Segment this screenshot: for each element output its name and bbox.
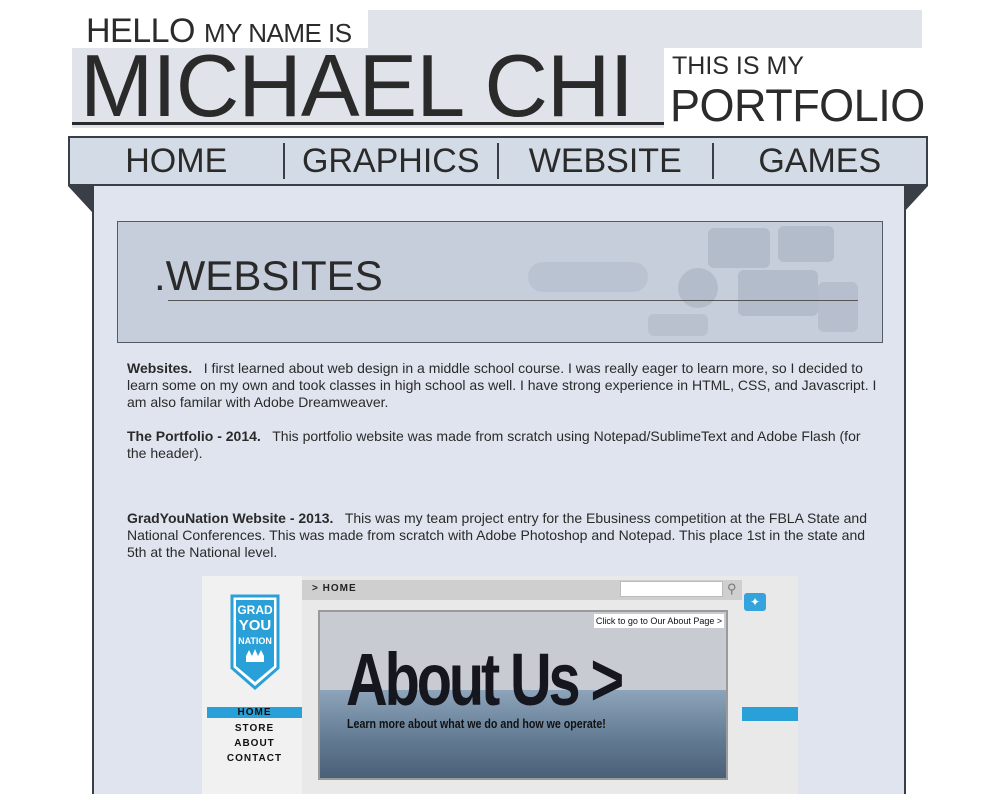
paragraph-heading: Websites. (127, 360, 193, 376)
nav-graphics[interactable]: GRAPHICS (285, 142, 498, 181)
screenshot-search-input[interactable] (620, 581, 723, 597)
swirl-decoration (528, 262, 648, 292)
paragraph-portfolio: The Portfolio - 2014. This portfolio web… (127, 428, 877, 462)
crown-icon (246, 649, 264, 662)
owner-name: MICHAEL CHI (80, 36, 634, 135)
screenshot-nav-about[interactable]: ABOUT (207, 738, 302, 749)
name-underline (72, 122, 666, 125)
search-icon[interactable]: ⚲ (727, 581, 737, 597)
nav-website[interactable]: WEBSITE (499, 142, 712, 181)
leaf-decoration (648, 314, 708, 336)
screenshot-accent-strip (742, 707, 798, 721)
screenshot-nav-store[interactable]: STORE (207, 723, 302, 734)
main-nav: HOME GRAPHICS WEBSITE GAMES (68, 136, 928, 186)
this-is-my: THIS IS MY (672, 52, 804, 80)
screenshot-hero-subtitle: Learn more about what we do and how we o… (347, 716, 606, 731)
circle-decoration (678, 268, 718, 308)
paragraph-heading: The Portfolio - 2014. (127, 428, 261, 444)
gradyounation-logo: GRAD YOU NATION (230, 594, 280, 690)
nav-corner-left (68, 186, 92, 212)
screenshot-breadcrumb: > HOME (312, 583, 357, 594)
paragraph-gradyounation: GradYouNation Website - 2013. This was m… (127, 510, 877, 561)
section-title: .WEBSITES (154, 252, 383, 299)
portfolio-word: PORTFOLIO (670, 80, 925, 131)
screenshot-click-link[interactable]: Click to go to Our About Page > (594, 614, 724, 628)
logo-nation-text: NATION (238, 636, 272, 646)
nav-games[interactable]: GAMES (714, 142, 927, 181)
nav-corner-right (904, 186, 928, 212)
tools-icon (818, 282, 858, 332)
screenshot-nav-contact[interactable]: CONTACT (207, 753, 302, 764)
logo-grad-text: GRAD (237, 603, 273, 617)
screenshot-hero-title: About Us > (346, 638, 624, 721)
paragraph-text: I first learned about web design in a mi… (127, 360, 877, 410)
speech-bubble-icon (778, 226, 834, 262)
screenshot-nav-home[interactable]: HOME (207, 707, 302, 718)
paragraph-websites: Websites. I first learned about web desi… (127, 360, 877, 411)
twitter-icon[interactable]: ✦ (744, 593, 766, 611)
speech-bubble-icon (738, 270, 818, 316)
speech-bubble-icon (708, 228, 770, 268)
nav-home[interactable]: HOME (70, 142, 283, 181)
title-rule (168, 300, 858, 301)
paragraph-heading: GradYouNation Website - 2013. (127, 510, 334, 526)
logo-you-text: YOU (239, 617, 272, 634)
